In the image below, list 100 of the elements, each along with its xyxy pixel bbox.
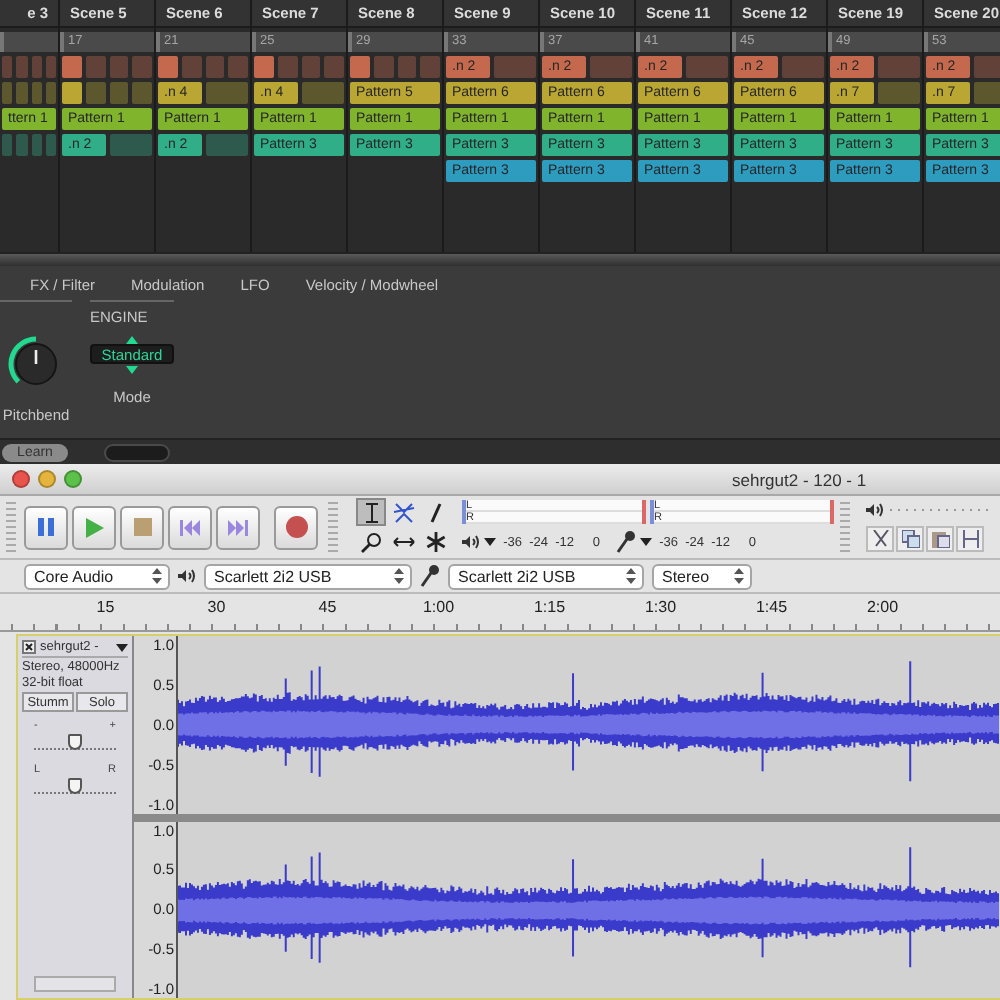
- microphone-icon: [420, 564, 440, 588]
- empty-slot[interactable]: [589, 56, 632, 78]
- skip-end-icon: [228, 519, 248, 535]
- empty-slot[interactable]: [781, 56, 824, 78]
- ruler-label: 1:30: [642, 596, 679, 620]
- cut-button[interactable]: [866, 526, 894, 552]
- empty-slot[interactable]: [31, 56, 42, 78]
- trim-button[interactable]: [956, 526, 984, 552]
- empty-slot[interactable]: [109, 56, 129, 78]
- pattern-clip[interactable]: [62, 82, 82, 104]
- copy-button[interactable]: [896, 526, 924, 552]
- empty-slot[interactable]: [109, 82, 129, 104]
- empty-slot[interactable]: [16, 82, 27, 104]
- empty-slot[interactable]: [493, 56, 536, 78]
- empty-slot[interactable]: [45, 56, 56, 78]
- stop-button[interactable]: [120, 505, 164, 549]
- empty-slot[interactable]: [16, 134, 27, 156]
- skip-start-icon: [180, 519, 200, 535]
- empty-slot[interactable]: [301, 56, 321, 78]
- pencil-icon: [427, 501, 443, 523]
- empty-slot[interactable]: [205, 56, 225, 78]
- empty-slot[interactable]: [228, 56, 248, 78]
- skip-end-button[interactable]: [216, 505, 260, 549]
- pause-icon: [38, 518, 54, 536]
- tool-button[interactable]: [356, 528, 386, 556]
- empty-slot[interactable]: [109, 134, 152, 156]
- blank-button[interactable]: [104, 443, 170, 461]
- pattern-clip[interactable]: [350, 56, 370, 78]
- empty-slot[interactable]: [31, 134, 42, 156]
- input-device-select[interactable]: Scarlett 2i2 USB: [448, 563, 644, 589]
- dropdown-icon[interactable]: [116, 643, 128, 651]
- trim-icon: [961, 530, 979, 548]
- timeline-ruler[interactable]: 15 30 45 1:00 1:15 1:30 1:45 2:00: [0, 594, 1000, 632]
- empty-slot[interactable]: [420, 56, 440, 78]
- pause-button[interactable]: [24, 505, 68, 549]
- pattern-clip[interactable]: [62, 56, 82, 78]
- audio-host-select[interactable]: Core Audio: [24, 563, 170, 589]
- empty-slot[interactable]: [277, 56, 297, 78]
- empty-slot[interactable]: [2, 82, 13, 104]
- empty-slot[interactable]: [685, 56, 728, 78]
- minimize-button[interactable]: [38, 470, 56, 488]
- empty-slot[interactable]: [2, 134, 13, 156]
- empty-slot[interactable]: [877, 56, 920, 78]
- empty-slot[interactable]: [85, 82, 105, 104]
- ruler-label: 1:45: [753, 596, 790, 620]
- skip-start-button[interactable]: [168, 505, 212, 549]
- empty-slot[interactable]: [132, 82, 152, 104]
- collapse-button[interactable]: [34, 976, 116, 992]
- magnifier-icon: [360, 531, 382, 553]
- pan-slider-thumb[interactable]: [68, 778, 82, 794]
- empty-slot[interactable]: [877, 82, 920, 104]
- empty-slot[interactable]: [45, 82, 56, 104]
- stop-icon: [133, 518, 151, 536]
- empty-slot[interactable]: [31, 82, 42, 104]
- empty-slot[interactable]: [85, 56, 105, 78]
- pattern-clip[interactable]: [254, 56, 274, 78]
- speaker-icon: [866, 502, 884, 518]
- down-arrow-icon[interactable]: [126, 366, 138, 374]
- record-icon: [285, 516, 307, 538]
- window-title: sehrgut2 - 120 - 1: [732, 469, 867, 489]
- speaker-icon: [462, 534, 480, 550]
- empty-slot[interactable]: [45, 134, 56, 156]
- ruler-label: 1:00: [420, 596, 457, 620]
- empty-slot[interactable]: [181, 56, 201, 78]
- clipboard-icon: [931, 530, 949, 548]
- gain-slider-thumb[interactable]: [68, 734, 82, 750]
- play-button[interactable]: [72, 505, 116, 549]
- asterisk-icon: [425, 532, 445, 552]
- scissors-icon: [871, 530, 889, 548]
- up-arrow-icon[interactable]: [126, 336, 138, 344]
- stepper-icon: [626, 568, 636, 584]
- caret-icon: [640, 538, 652, 546]
- empty-slot[interactable]: [2, 56, 13, 78]
- ruler-label: 45: [316, 596, 339, 620]
- empty-slot[interactable]: [373, 56, 393, 78]
- caret-icon: [484, 538, 496, 546]
- record-button[interactable]: [274, 505, 318, 549]
- pattern-clip[interactable]: [158, 56, 178, 78]
- tool-button[interactable]: [356, 498, 386, 526]
- close-icon[interactable]: [22, 640, 36, 654]
- ruler-label: 15: [94, 596, 117, 620]
- empty-slot[interactable]: [205, 82, 248, 104]
- empty-slot[interactable]: [397, 56, 417, 78]
- double-arrow-icon: [391, 534, 415, 550]
- empty-slot[interactable]: [132, 56, 152, 78]
- close-button[interactable]: [12, 470, 30, 488]
- empty-slot[interactable]: [301, 82, 344, 104]
- ibeam-icon: [363, 501, 379, 523]
- microphone-icon: [616, 530, 636, 554]
- splitter-bar[interactable]: [0, 252, 1000, 266]
- paste-button[interactable]: [926, 526, 954, 552]
- channels-select[interactable]: Stereo: [652, 563, 752, 589]
- copy-icon: [901, 530, 919, 548]
- empty-slot[interactable]: [16, 56, 27, 78]
- speaker-icon: [178, 568, 196, 584]
- stepper-icon: [394, 568, 404, 584]
- empty-slot[interactable]: [205, 134, 248, 156]
- zoom-button[interactable]: [64, 470, 82, 488]
- empty-slot[interactable]: [324, 56, 344, 78]
- output-device-select[interactable]: Scarlett 2i2 USB: [204, 563, 412, 589]
